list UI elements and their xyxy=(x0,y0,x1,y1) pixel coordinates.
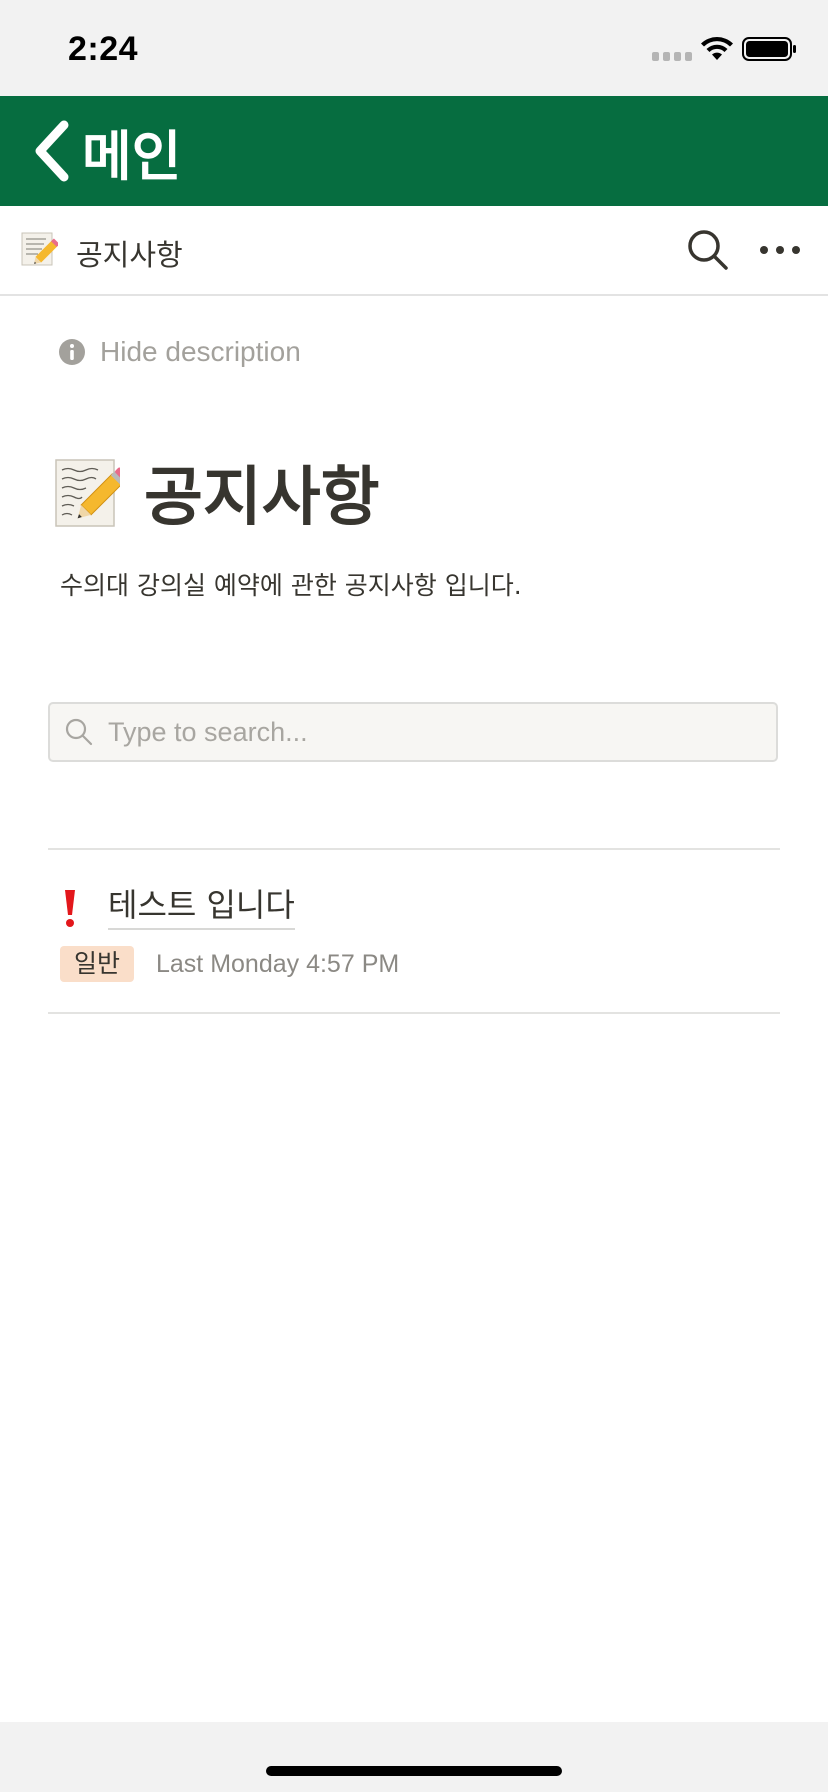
list-divider-top xyxy=(48,848,780,850)
wifi-icon xyxy=(701,37,733,60)
search-box[interactable] xyxy=(48,702,778,762)
item-date: Last Monday 4:57 PM xyxy=(156,950,400,978)
exclamation-icon xyxy=(65,890,75,927)
page-title: 공지사항 xyxy=(144,461,380,535)
info-icon xyxy=(59,339,85,365)
chevron-left-icon xyxy=(35,120,69,182)
status-time: 2:24 xyxy=(68,30,139,68)
battery-icon xyxy=(742,37,796,61)
search-icon xyxy=(65,718,93,746)
hide-description-toggle[interactable]: Hide description xyxy=(58,336,301,368)
memo-icon xyxy=(21,232,58,266)
category-tag: 일반 xyxy=(60,946,135,982)
hide-description-label: Hide description xyxy=(100,336,301,367)
search-icon[interactable] xyxy=(686,228,730,272)
list-item[interactable]: 테스트 입니다 일반 Last Monday 4:57 PM xyxy=(48,852,780,1012)
home-indicator-area xyxy=(0,1722,828,1792)
nav-header: 메인 xyxy=(0,96,828,206)
status-bar: 2:24 xyxy=(0,0,828,96)
item-title[interactable]: 테스트 입니다 xyxy=(108,880,295,930)
memo-icon xyxy=(55,459,120,527)
topbar-title: 공지사항 xyxy=(76,238,183,272)
back-label: 메인 xyxy=(82,124,182,188)
back-button[interactable]: 메인 xyxy=(30,112,181,191)
more-options-icon[interactable] xyxy=(756,228,804,272)
list-divider-bottom xyxy=(48,1012,780,1014)
home-indicator[interactable] xyxy=(266,1766,562,1776)
page-description: 수의대 강의실 예약에 관한 공지사항 입니다. xyxy=(60,571,522,600)
cellular-signal-icon xyxy=(652,52,692,61)
page-topbar: 공지사항 xyxy=(0,206,828,296)
search-input[interactable] xyxy=(106,715,750,749)
